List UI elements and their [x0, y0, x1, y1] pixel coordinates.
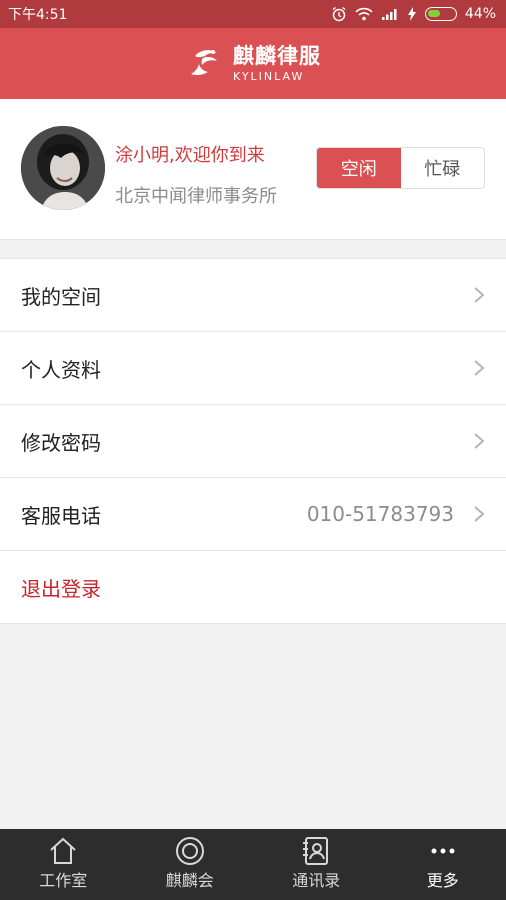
tab-label: 麒麟会	[165, 871, 214, 890]
status-idle-button[interactable]: 空闲	[317, 148, 401, 188]
law-firm-name: 北京中闻律师事务所	[115, 186, 277, 207]
battery-icon	[424, 7, 457, 21]
status-busy-button[interactable]: 忙碌	[400, 148, 484, 188]
circle-icon	[175, 837, 204, 865]
tab-label: 更多	[426, 871, 459, 890]
chevron-right-icon	[474, 287, 485, 303]
menu-item-profile[interactable]: 个人资料	[0, 332, 506, 405]
customer-service-phone: 010-51783793	[306, 502, 454, 526]
availability-toggle: 空闲 忙碌	[316, 147, 485, 189]
logout-label: 退出登录	[21, 576, 101, 601]
home-icon	[50, 837, 76, 864]
settings-menu: 我的空间 个人资料 修改密码 客服电话 010-51783793 退出登录	[0, 258, 506, 624]
chevron-right-icon	[474, 360, 485, 376]
avatar-photo	[21, 126, 105, 210]
tab-contacts[interactable]: 通讯录	[253, 829, 380, 900]
kylin-logo-icon	[191, 49, 217, 75]
menu-item-change-password[interactable]: 修改密码	[0, 405, 506, 478]
chevron-right-icon	[474, 506, 485, 522]
status-time: 下午4:51	[8, 7, 68, 23]
tab-more[interactable]: 更多	[380, 829, 506, 900]
tab-kylin-club[interactable]: 麒麟会	[127, 829, 254, 900]
alarm-icon	[332, 6, 346, 22]
logo-english-text: KYLINLAW	[233, 69, 305, 83]
battery-percent: 44%	[464, 6, 496, 22]
status-bar: 下午4:51 44%	[0, 0, 506, 28]
tab-label: 通讯录	[292, 871, 341, 890]
tab-label: 工作室	[39, 871, 88, 890]
menu-item-label: 个人资料	[21, 357, 101, 382]
more-icon	[431, 848, 455, 854]
menu-item-customer-service[interactable]: 客服电话 010-51783793	[0, 478, 506, 551]
logo-chinese-text: 麒麟律服	[233, 43, 321, 68]
menu-item-label: 修改密码	[21, 430, 101, 455]
menu-item-label: 客服电话	[21, 503, 101, 528]
charging-icon	[407, 7, 416, 21]
signal-icon	[381, 9, 397, 20]
avatar[interactable]	[21, 126, 105, 210]
profile-card: 涂小明,欢迎你到来 北京中闻律师事务所 空闲 忙碌	[0, 99, 506, 240]
menu-item-my-space[interactable]: 我的空间	[0, 259, 506, 332]
user-greeting: 涂小明,欢迎你到来	[115, 145, 265, 166]
menu-item-label: 我的空间	[21, 284, 101, 309]
contacts-icon	[303, 837, 329, 865]
bottom-tab-bar: 工作室 麒麟会 通讯录 更多	[0, 829, 506, 900]
wifi-icon	[355, 7, 373, 21]
tab-studio[interactable]: 工作室	[0, 829, 127, 900]
app-logo: 麒麟律服 KYLINLAW	[185, 44, 321, 84]
status-icons: 44%	[331, 6, 496, 22]
chevron-right-icon	[474, 433, 485, 449]
logout-button[interactable]: 退出登录	[0, 551, 506, 624]
app-header: 麒麟律服 KYLINLAW	[0, 28, 506, 99]
